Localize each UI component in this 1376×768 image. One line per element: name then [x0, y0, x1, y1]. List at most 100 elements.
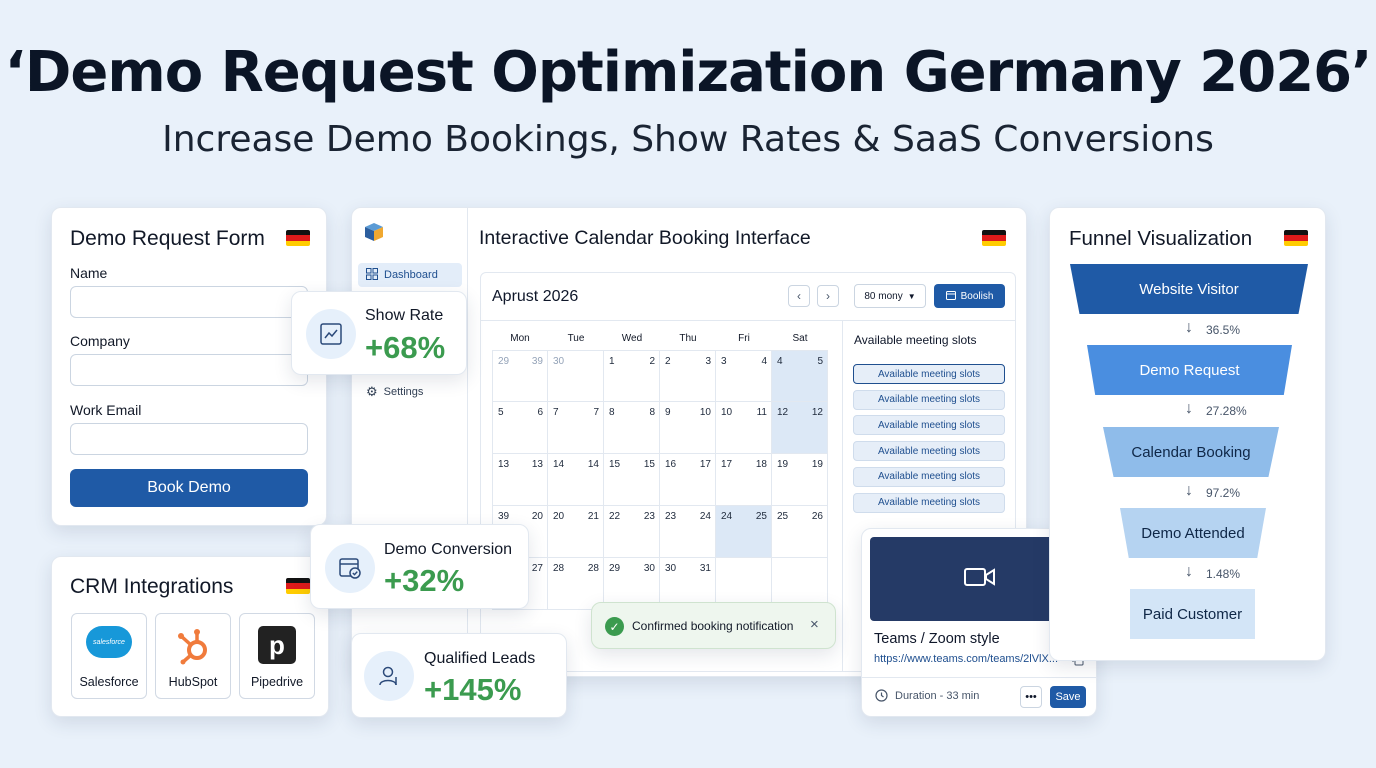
calendar-day-cell[interactable]: 12 12 — [772, 402, 828, 454]
day-number: 20 — [553, 511, 565, 522]
name-input[interactable] — [70, 286, 308, 318]
meeting-slot[interactable]: Available meeting slots — [853, 415, 1005, 436]
down-arrow-icon: ↓ — [1185, 400, 1193, 417]
funnel-stage-demo-request[interactable]: Demo Request — [1087, 345, 1292, 395]
stat-value: +32% — [384, 563, 465, 598]
more-options-button[interactable]: ••• — [1020, 686, 1042, 708]
calendar-day-cell[interactable]: 9 10 — [660, 402, 716, 454]
sidebar-item-settings[interactable]: ⚙ Settings — [358, 380, 462, 404]
qualified-leads-card: Qualified Leads +145% — [351, 633, 567, 718]
day-number-secondary: 7 — [593, 407, 599, 418]
germany-flag-icon — [1284, 230, 1308, 246]
grid-icon — [366, 267, 378, 283]
demo-conversion-card: Demo Conversion +32% — [310, 524, 529, 609]
sidebar-item-dashboard[interactable]: Dashboard — [358, 263, 462, 287]
calendar-day-cell[interactable]: 29 39 — [492, 350, 548, 402]
calendar-day-cell[interactable]: 22 23 — [604, 506, 660, 558]
calendar-day-cell[interactable]: 20 21 — [548, 506, 604, 558]
day-number: 23 — [665, 511, 677, 522]
sidebar-item-label: Settings — [383, 386, 424, 398]
calendar-day-cell[interactable]: 14 14 — [548, 454, 604, 506]
next-month-button[interactable]: › — [817, 285, 839, 307]
day-number: 10 — [721, 407, 733, 418]
calendar-day-cell[interactable]: 23 — [660, 350, 716, 402]
conversion-rate: 27.28% — [1206, 404, 1247, 418]
calendar-day-cell[interactable]: 19 19 — [772, 454, 828, 506]
day-number: 8 — [609, 407, 615, 418]
calendar-day-cell[interactable]: 17 18 — [716, 454, 772, 506]
meeting-slot[interactable]: Available meeting slots — [853, 466, 1005, 487]
calendar-day-cell[interactable]: 45 — [772, 350, 828, 402]
meeting-url[interactable]: https://www.teams.com/teams/2lVlX... — [874, 653, 1068, 665]
day-number-secondary: 14 — [587, 459, 599, 470]
meeting-slot[interactable]: Available meeting slots — [853, 492, 1005, 513]
day-number: 12 — [777, 407, 789, 418]
calendar-day-cell[interactable]: 25 26 — [772, 506, 828, 558]
save-button[interactable]: Save — [1050, 686, 1086, 708]
calendar-day-cell[interactable]: 34 — [716, 350, 772, 402]
trend-chart-icon — [306, 309, 356, 359]
day-number-secondary: 27 — [531, 563, 543, 574]
day-number: 29 — [498, 356, 510, 367]
calendar-day-cell[interactable]: 77 — [548, 402, 604, 454]
day-number-secondary: 8 — [649, 407, 655, 418]
meeting-duration: Duration - 33 min — [895, 690, 980, 702]
day-number-secondary: 18 — [755, 459, 767, 470]
day-number: 30 — [553, 356, 565, 367]
calendar-day-cell[interactable]: 13 13 — [492, 454, 548, 506]
work-email-label: Work Email — [70, 402, 142, 418]
duration-select-value: 80 mony — [864, 290, 903, 302]
meeting-title: Teams / Zoom style — [874, 631, 1000, 647]
funnel-stage-calendar-booking[interactable]: Calendar Booking — [1103, 427, 1279, 477]
funnel-stage-paid-customer[interactable]: Paid Customer — [1130, 589, 1255, 639]
day-number: 2 — [665, 356, 671, 367]
booking-toast: ✓ Confirmed booking notification × — [591, 602, 836, 649]
day-number-secondary: 17 — [699, 459, 711, 470]
name-label: Name — [70, 265, 108, 281]
calendar-day-cell[interactable]: 15 15 — [604, 454, 660, 506]
calendar-day-cell[interactable]: 12 — [604, 350, 660, 402]
check-circle-icon: ✓ — [605, 617, 624, 636]
calendar-day-cell[interactable]: 10 11 — [716, 402, 772, 454]
app-logo-icon — [364, 222, 384, 242]
weekday-header: Sat — [792, 333, 808, 344]
day-number-secondary: 30 — [643, 563, 655, 574]
day-number-secondary: 12 — [811, 407, 823, 418]
calendar-day-cell[interactable]: 24 25 — [716, 506, 772, 558]
day-number: 30 — [665, 563, 677, 574]
funnel-stage-demo-attended[interactable]: Demo Attended — [1120, 508, 1266, 558]
conversion-rate: 36.5% — [1206, 323, 1241, 337]
funnel-visualization-card: Funnel Visualization Website Visitor ↓ 3… — [1049, 207, 1326, 661]
germany-flag-icon — [286, 578, 310, 594]
pipedrive-integration[interactable]: p Pipedrive — [239, 613, 315, 699]
hubspot-integration[interactable]: HubSpot — [155, 613, 231, 699]
duration-select[interactable]: 80 mony ▼ — [854, 284, 926, 308]
meeting-slot[interactable]: Available meeting slots — [853, 389, 1005, 410]
salesforce-integration[interactable]: salesforce Salesforce — [71, 613, 147, 699]
calendar-day-cell[interactable]: 56 — [492, 402, 548, 454]
toast-message: Confirmed booking notification — [632, 619, 794, 633]
weekday-header: Thu — [679, 333, 697, 344]
pipedrive-logo-text: p — [269, 629, 285, 660]
work-email-input[interactable] — [70, 423, 308, 455]
day-number: 7 — [553, 407, 559, 418]
weekday-header: Fri — [738, 333, 750, 344]
calendar-day-cell[interactable]: 23 24 — [660, 506, 716, 558]
meeting-slot[interactable]: Available meeting slots — [853, 364, 1005, 384]
company-input[interactable] — [70, 354, 308, 386]
calendar-day-cell[interactable]: 30 — [548, 350, 604, 402]
page-subtitle: Increase Demo Bookings, Show Rates & Saa… — [162, 119, 1214, 160]
calendar-day-cell[interactable]: 16 17 — [660, 454, 716, 506]
day-number-secondary: 20 — [531, 511, 543, 522]
prev-month-button[interactable]: ‹ — [788, 285, 810, 307]
book-demo-button[interactable]: Book Demo — [70, 469, 308, 507]
day-number-secondary: 15 — [643, 459, 655, 470]
book-button[interactable]: Boolish — [934, 284, 1005, 308]
day-number-secondary: 19 — [811, 459, 823, 470]
meeting-slot[interactable]: Available meeting slots — [853, 441, 1005, 462]
integration-name: Pipedrive — [250, 675, 304, 689]
calendar-day-cell[interactable]: 88 — [604, 402, 660, 454]
close-icon[interactable]: × — [810, 616, 819, 633]
day-number: 25 — [777, 511, 789, 522]
funnel-stage-website-visitor[interactable]: Website Visitor — [1070, 264, 1308, 314]
